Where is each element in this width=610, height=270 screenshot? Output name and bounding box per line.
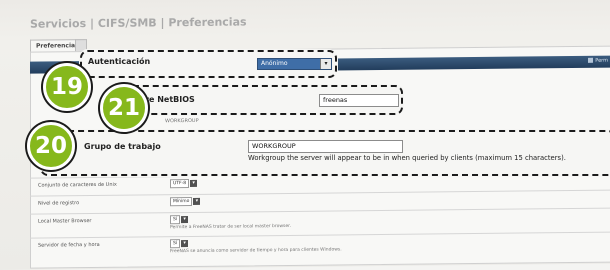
workgroup-label: Grupo de trabajo (84, 142, 161, 151)
chevron-down-icon: ▾ (193, 197, 201, 205)
chevron-down-icon: ▾ (181, 216, 189, 224)
time-server-select[interactable]: Sí ▾ (170, 239, 189, 249)
autenticacion-select[interactable]: Anónimo ▾ (257, 58, 332, 70)
row-label: Servidor de fecha y hora (38, 241, 100, 249)
unix-charset-select[interactable]: UTF-8 ▾ (170, 179, 198, 189)
row-time-server: Servidor de fecha y hora Sí ▾ FreeNAS se … (30, 231, 610, 267)
local-master-browser-select[interactable]: Sí ▾ (170, 215, 189, 225)
workgroup-description: Workgroup the server will appear to be i… (248, 154, 566, 162)
header-link-icon (588, 57, 594, 63)
chevron-down-icon: ▾ (181, 240, 189, 248)
callout-netbios: mbre NetBIOS freenas (115, 85, 403, 115)
chevron-down-icon: ▾ (320, 59, 331, 69)
step-badge-21: 21 (100, 84, 148, 132)
row-label: Nivel de registro (38, 200, 80, 207)
autenticacion-label: Autenticación (88, 57, 151, 66)
step-badge-19: 19 (43, 63, 91, 111)
chevron-down-icon: ▾ (190, 179, 198, 188)
row-label: Conjunto de caracteres de Unix (38, 181, 117, 189)
netbios-name-input[interactable]: freenas (319, 94, 399, 107)
header-link[interactable]: Perm (588, 58, 608, 64)
page-title: Servicios | CIFS/SMB | Preferencias (30, 15, 247, 31)
callout-workgroup: Grupo de trabajo WORKGROUP Workgroup the… (40, 130, 610, 176)
callout-autenticacion: Autenticación Anónimo ▾ (80, 50, 337, 78)
row-help: Permite a FreeNAS tratar de ser local ma… (170, 223, 292, 231)
workgroup-input[interactable]: WORKGROUP (248, 140, 403, 153)
ghost-workgroup-value: WORKGROUP (165, 117, 199, 125)
step-badge-20: 20 (27, 122, 75, 170)
row-label: Local Master Browser (38, 218, 92, 225)
log-level-select[interactable]: Mínimo ▾ (170, 196, 201, 207)
row-help: FreeNAS se anuncia como servidor de tiem… (170, 247, 342, 255)
